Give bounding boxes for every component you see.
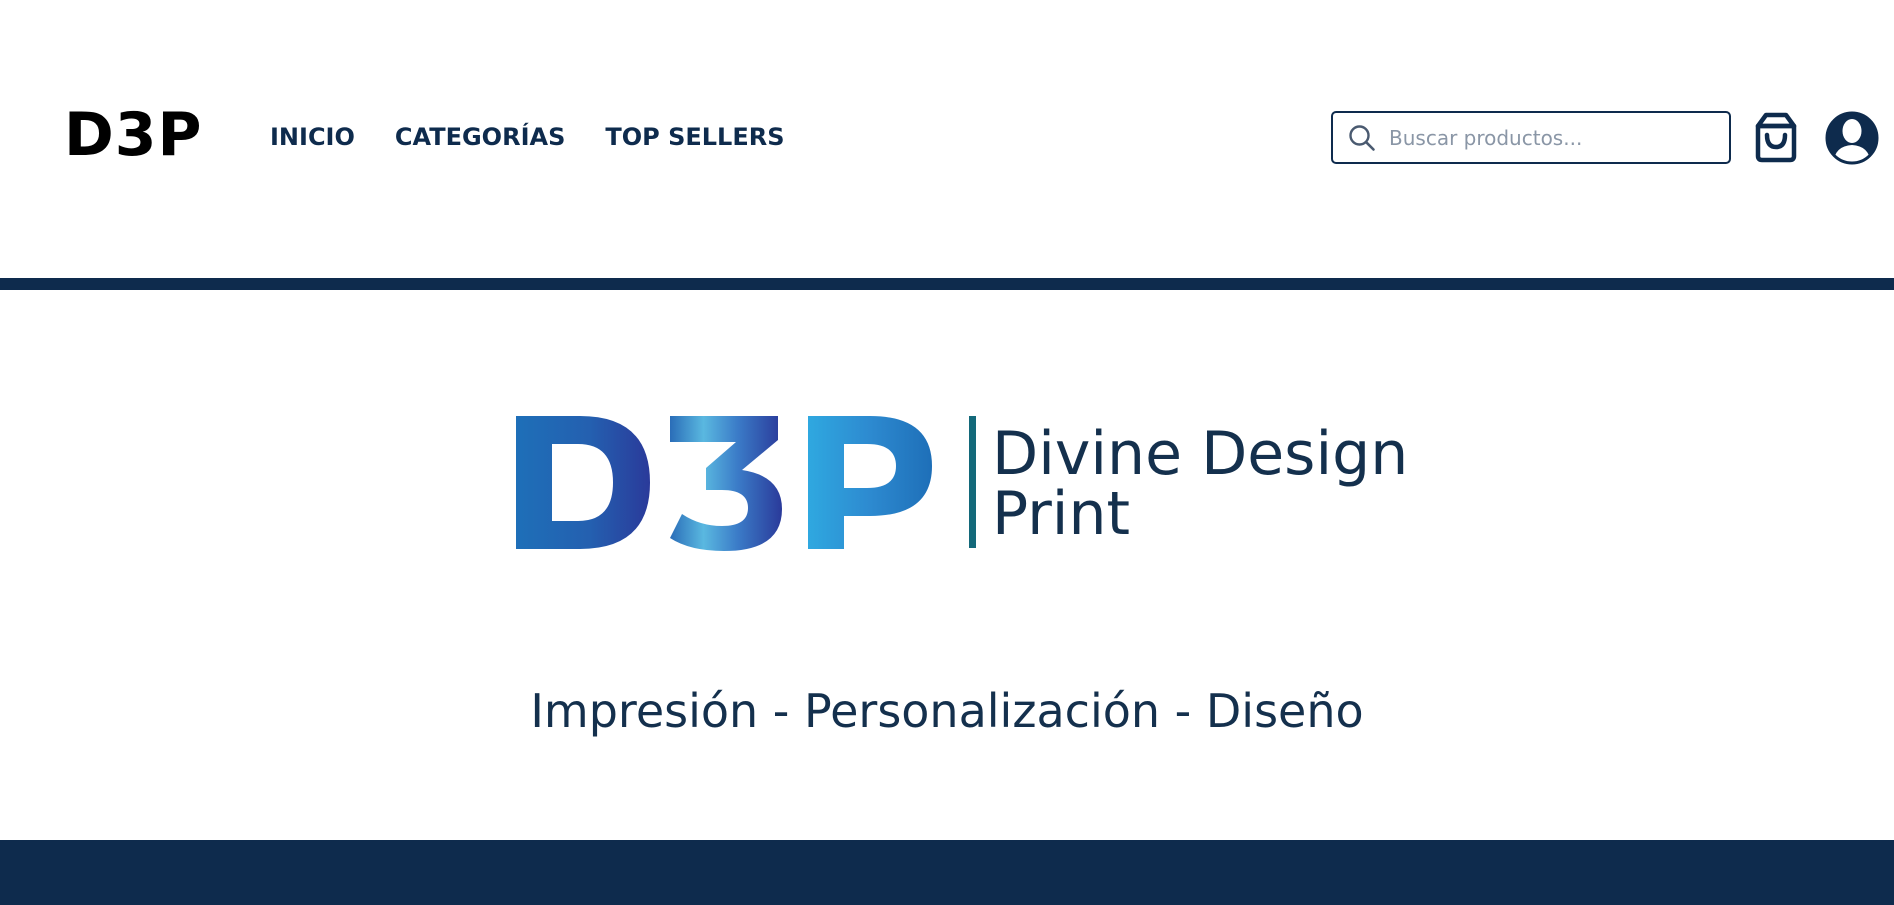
user-avatar-icon[interactable] <box>1825 111 1879 165</box>
nav-link-categorias[interactable]: CATEGORÍAS <box>395 121 565 153</box>
search-icon[interactable] <box>1347 123 1377 153</box>
site-logo[interactable]: D3P <box>64 104 203 166</box>
main-nav: INICIO CATEGORÍAS TOP SELLERS <box>270 121 785 153</box>
search-box <box>1331 111 1731 164</box>
brand-mark-logo <box>516 416 932 551</box>
brand-logo: Divine Design Print <box>510 410 1410 555</box>
header-divider <box>0 278 1894 290</box>
footer-band <box>0 840 1894 905</box>
shopping-bag-icon[interactable] <box>1750 112 1802 164</box>
search-input[interactable] <box>1387 117 1717 158</box>
hero-tagline: Impresión - Personalización - Diseño <box>530 684 1364 738</box>
brand-divider <box>969 416 976 548</box>
hero-section <box>0 290 1894 840</box>
nav-link-inicio[interactable]: INICIO <box>270 121 355 153</box>
site-header: D3P INICIO CATEGORÍAS TOP SELLERS <box>0 0 1894 278</box>
brand-name-line1: Divine Design <box>992 419 1409 489</box>
nav-link-top-sellers[interactable]: TOP SELLERS <box>605 121 784 153</box>
brand-name-line2: Print <box>992 479 1131 549</box>
